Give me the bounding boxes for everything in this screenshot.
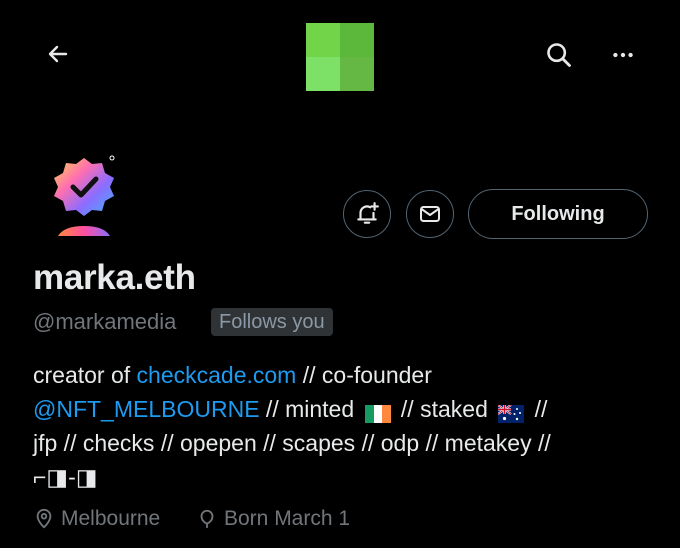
bio-text: // co-founder [296,362,432,388]
back-button[interactable] [40,36,76,72]
location-item: Melbourne [33,507,160,531]
mail-icon [420,206,440,222]
header-avatar-logo [306,23,374,91]
location-pin-icon [36,508,52,529]
more-button[interactable] [604,36,642,74]
logo-tile [340,23,374,57]
username: @markamedia [33,309,177,334]
birthday-item: Born March 1 [196,507,350,531]
more-horizontal-icon [613,52,633,58]
search-button[interactable] [540,36,578,74]
search-icon [547,43,571,67]
following-label: Following [511,202,605,225]
logo-tile [306,57,340,91]
bio-line-4: ⌐◨-◨ [33,464,98,490]
notifications-button[interactable] [343,190,391,238]
bio-text: // minted [259,396,361,422]
location-text: Melbourne [61,507,161,530]
balloon-icon [200,509,214,529]
message-button[interactable] [406,190,454,238]
bio-mention[interactable]: @NFT_MELBOURNE [33,396,260,422]
arrow-left-icon [48,45,68,63]
bio-text: // [528,396,548,422]
ireland-flag-icon [364,402,391,423]
bell-plus-icon [357,202,379,224]
bio-line-3: jfp // checks // opepen // scapes // odp… [33,430,551,456]
bio-line-2: @NFT_MELBOURNE // minted // staked // [33,396,547,423]
follows-you-badge: Follows you [211,308,333,336]
follows-you-label: Follows you [219,310,325,333]
logo-tile [340,57,374,91]
bio-text: // staked [394,396,495,422]
australia-flag-icon [497,402,525,423]
following-button[interactable]: Following [468,189,648,239]
avatar[interactable] [44,150,124,242]
bio-link[interactable]: checkcade.com [137,362,297,388]
display-name: marka.eth [33,258,196,297]
bio-line-1: creator of checkcade.com // co-founder [33,362,432,389]
birthday-text: Born March 1 [224,507,351,530]
bio-text: creator of [33,362,137,388]
logo-tile [306,23,340,57]
